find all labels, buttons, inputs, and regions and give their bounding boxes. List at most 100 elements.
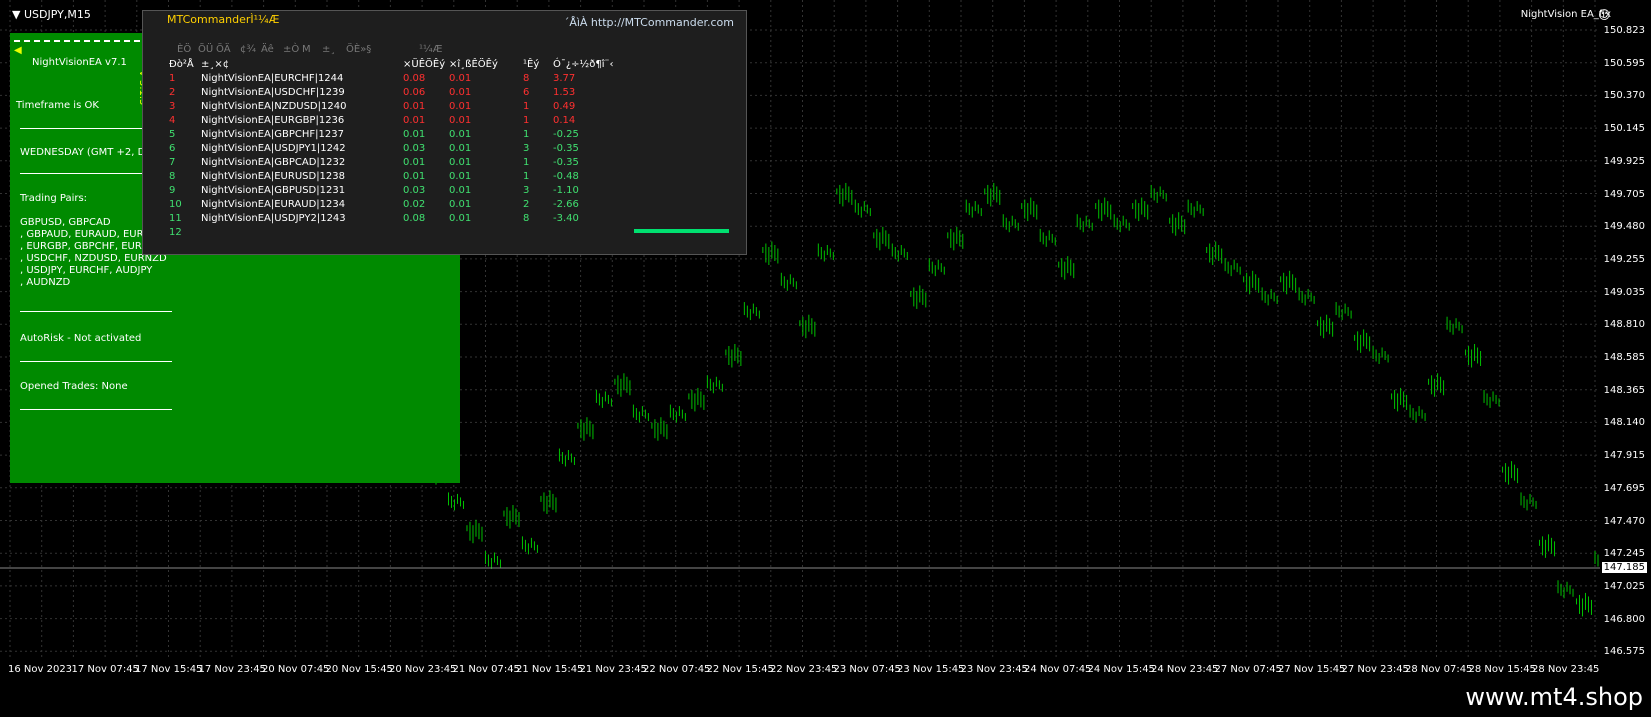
row-total-lots: 0.01 bbox=[403, 157, 426, 168]
time-tick-label: 21 Nov 07:45 bbox=[452, 664, 520, 675]
row-symbol: NightVisionEA|GBPCHF|1237 bbox=[201, 129, 344, 140]
row-symbol: NightVisionEA|GBPUSD|1231 bbox=[201, 185, 346, 196]
price-tick-label: 147.025 bbox=[1603, 580, 1645, 592]
row-number: 3 bbox=[169, 101, 176, 112]
time-tick-label: 17 Nov 23:45 bbox=[198, 664, 266, 675]
ea-name: NightVisionEA v7.1 bbox=[32, 57, 127, 68]
row-number: 1 bbox=[169, 73, 176, 84]
row-count: 8 bbox=[523, 213, 530, 224]
row-number: 12 bbox=[169, 227, 182, 238]
row-number: 4 bbox=[169, 115, 176, 126]
toolbar-tab[interactable]: ¹¼Æ bbox=[419, 44, 442, 55]
time-tick-label: 28 Nov 15:45 bbox=[1468, 664, 1536, 675]
row-total-lots: 0.01 bbox=[403, 129, 426, 140]
price-tick-label: 148.140 bbox=[1603, 417, 1645, 429]
header-symbol: ±¸×¢ bbox=[201, 59, 230, 70]
time-tick-label: 21 Nov 23:45 bbox=[579, 664, 647, 675]
row-symbol: NightVisionEA|NZDUSD|1240 bbox=[201, 101, 347, 112]
mtc-link[interactable]: ´ÅìÀ http://MTCommander.com bbox=[564, 16, 734, 29]
arrow-icon: ◀ bbox=[14, 45, 22, 56]
price-tick-label: 149.480 bbox=[1603, 221, 1645, 233]
separator bbox=[20, 361, 172, 362]
pair-line: , AUDNZD bbox=[20, 277, 71, 288]
row-max-lots: 0.01 bbox=[449, 199, 472, 210]
price-tick-label: 146.575 bbox=[1603, 646, 1645, 658]
row-profit: -0.35 bbox=[553, 157, 579, 168]
time-tick-label: 17 Nov 15:45 bbox=[135, 664, 203, 675]
watermark: www.mt4.shop bbox=[1465, 683, 1643, 711]
chart-symbol-title[interactable]: ▼ USDJPY,M15 bbox=[12, 8, 91, 21]
row-number: 9 bbox=[169, 185, 176, 196]
time-tick-label: 23 Nov 23:45 bbox=[960, 664, 1028, 675]
progress-bar bbox=[634, 229, 729, 233]
row-number: 11 bbox=[169, 213, 182, 224]
time-tick-label: 24 Nov 15:45 bbox=[1087, 664, 1155, 675]
header-profit: Ó¯¿÷½ð¶î¨‹ bbox=[553, 59, 614, 70]
row-number: 7 bbox=[169, 157, 176, 168]
row-total-lots: 0.03 bbox=[403, 143, 426, 154]
row-number: 8 bbox=[169, 171, 176, 182]
toolbar-tab[interactable]: Äê bbox=[261, 44, 274, 55]
row-max-lots: 0.01 bbox=[449, 115, 472, 126]
toolbar-tab[interactable]: ±Ò bbox=[283, 44, 299, 55]
row-max-lots: 0.01 bbox=[449, 129, 472, 140]
row-count: 1 bbox=[523, 101, 530, 112]
time-tick-label: 28 Nov 07:45 bbox=[1405, 664, 1473, 675]
mtcommander-panel: MTCommanderÌ¹¼Æ ´ÅìÀ http://MTCommander.… bbox=[142, 10, 747, 255]
separator bbox=[20, 409, 172, 410]
price-tick-label: 150.595 bbox=[1603, 57, 1645, 69]
time-tick-label: 22 Nov 15:45 bbox=[706, 664, 774, 675]
row-symbol: NightVisionEA|USDJPY2|1243 bbox=[201, 213, 346, 224]
row-total-lots: 0.01 bbox=[403, 115, 426, 126]
row-symbol: NightVisionEA|GBPCAD|1232 bbox=[201, 157, 346, 168]
timeframe-status: Timeframe is OK bbox=[16, 100, 99, 111]
time-tick-label: 20 Nov 07:45 bbox=[262, 664, 330, 675]
toolbar-tab[interactable]: M bbox=[302, 44, 311, 55]
row-count: 1 bbox=[523, 157, 530, 168]
row-total-lots: 0.02 bbox=[403, 199, 426, 210]
row-total-lots: 0.06 bbox=[403, 87, 426, 98]
time-tick-label: 16 Nov 2023 bbox=[8, 664, 73, 675]
toolbar-tab[interactable]: ÈÖ bbox=[177, 44, 191, 55]
time-tick-label: 27 Nov 15:45 bbox=[1278, 664, 1346, 675]
row-profit: 1.53 bbox=[553, 87, 576, 98]
row-total-lots: 0.08 bbox=[403, 213, 426, 224]
row-number: 5 bbox=[169, 129, 176, 140]
header-count: ¹Êý bbox=[523, 59, 540, 70]
row-max-lots: 0.01 bbox=[449, 157, 472, 168]
row-count: 1 bbox=[523, 171, 530, 182]
current-price-label: 147.185 bbox=[1601, 562, 1647, 573]
row-max-lots: 0.01 bbox=[449, 171, 472, 182]
row-symbol: NightVisionEA|USDCHF|1239 bbox=[201, 87, 345, 98]
row-max-lots: 0.01 bbox=[449, 213, 472, 224]
toolbar-tab[interactable]: ±¸ bbox=[322, 44, 335, 55]
time-tick-label: 24 Nov 23:45 bbox=[1151, 664, 1219, 675]
row-number: 10 bbox=[169, 199, 182, 210]
time-tick-label: 17 Nov 07:45 bbox=[71, 664, 139, 675]
price-tick-label: 148.585 bbox=[1603, 352, 1645, 363]
row-max-lots: 0.01 bbox=[449, 185, 472, 196]
row-profit: -3.40 bbox=[553, 213, 579, 224]
pairs-title: Trading Pairs: bbox=[20, 193, 88, 204]
time-tick-label: 24 Nov 07:45 bbox=[1024, 664, 1092, 675]
toolbar-tab[interactable]: ÕÄ bbox=[216, 44, 231, 55]
price-tick-label: 149.255 bbox=[1603, 253, 1645, 265]
row-count: 2 bbox=[523, 199, 530, 210]
row-profit: -0.25 bbox=[553, 129, 579, 140]
symbol-label: USDJPY,M15 bbox=[23, 8, 91, 21]
pair-line: GBPUSD, GBPCAD bbox=[20, 217, 111, 228]
time-tick-label: 23 Nov 07:45 bbox=[833, 664, 901, 675]
row-count: 1 bbox=[523, 129, 530, 140]
separator bbox=[20, 311, 172, 312]
row-number: 2 bbox=[169, 87, 176, 98]
toolbar-tab[interactable]: ÕÜ bbox=[198, 44, 213, 55]
price-tick-label: 149.925 bbox=[1603, 155, 1645, 167]
row-count: 6 bbox=[523, 87, 530, 98]
toolbar-tab[interactable]: ¢¾ bbox=[240, 44, 256, 55]
row-total-lots: 0.01 bbox=[403, 101, 426, 112]
row-symbol: NightVisionEA|EURAUD|1234 bbox=[201, 199, 346, 210]
smiley-icon: ☺ bbox=[1598, 8, 1611, 22]
toolbar-tab[interactable]: ÖÈ»§ bbox=[346, 44, 371, 55]
time-tick-label: 22 Nov 07:45 bbox=[643, 664, 711, 675]
price-tick-label: 148.810 bbox=[1603, 319, 1645, 331]
